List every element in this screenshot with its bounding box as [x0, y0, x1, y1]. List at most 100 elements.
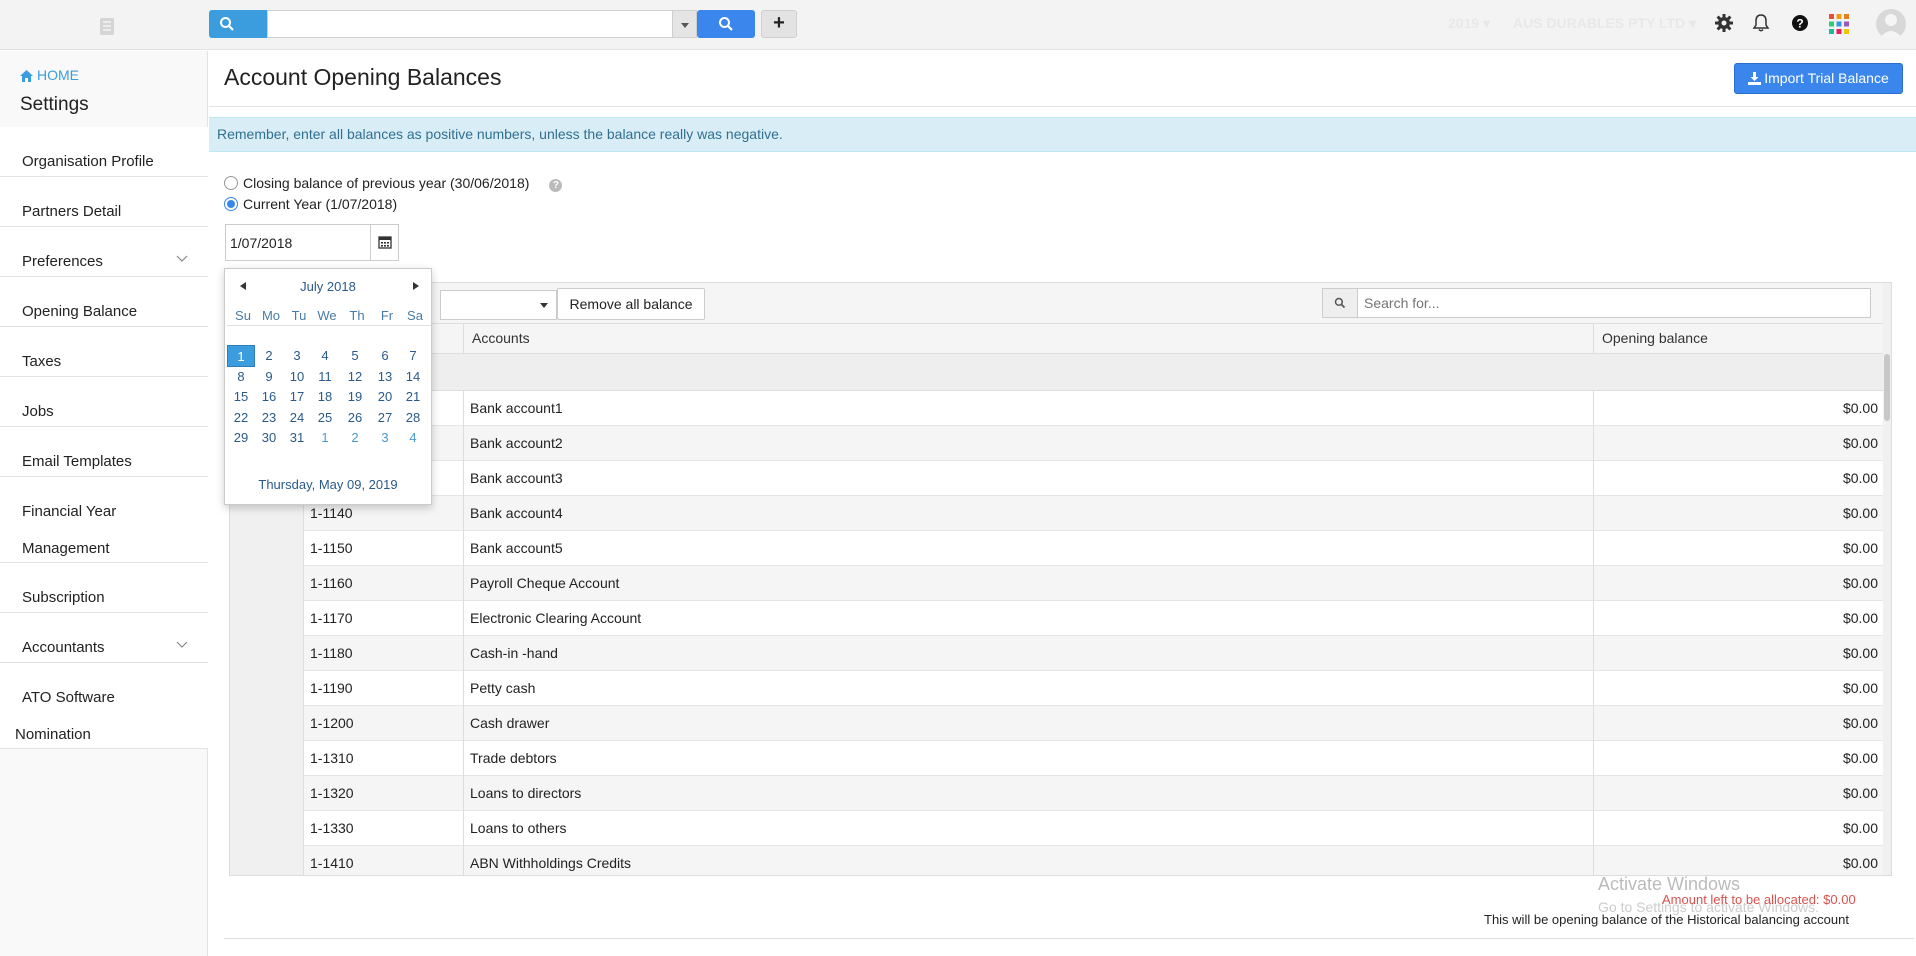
row-select-cell[interactable] [230, 776, 304, 811]
datepicker-day[interactable]: 12 [341, 366, 369, 388]
sidebar-item-partners-detail[interactable]: Partners Detail [0, 177, 208, 227]
calendar-button[interactable] [370, 224, 399, 261]
datepicker-day[interactable]: 3 [283, 345, 311, 367]
datepicker-day[interactable]: 2 [341, 427, 369, 449]
datepicker-day[interactable]: 5 [341, 345, 369, 367]
opening-balance-cell[interactable]: $0.00 [1594, 601, 1884, 636]
sidebar-item-preferences[interactable]: Preferences [0, 227, 208, 277]
sidebar-item-ato-software-nomination[interactable]: ATO Software Nomination [0, 663, 208, 749]
sidebar-item-financial-year-management[interactable]: Financial Year Management [0, 477, 208, 563]
table-row[interactable]: 1-1180 Cash-in -hand $0.00 [230, 636, 1891, 671]
opening-balance-cell[interactable]: $0.00 [1594, 531, 1884, 566]
datepicker-day[interactable]: 16 [255, 386, 283, 408]
company-selector[interactable]: AUS DURABLES PTY LTD ▾ [1513, 15, 1696, 32]
table-row[interactable]: Bank account2 $0.00 [230, 426, 1891, 461]
sidebar-item-accountants[interactable]: Accountants [0, 613, 208, 663]
question-icon[interactable]: ? [1790, 13, 1812, 35]
home-link[interactable]: HOME [20, 67, 79, 83]
datepicker-day[interactable]: 3 [371, 427, 399, 449]
datepicker-day[interactable]: 1 [311, 427, 339, 449]
global-search-input[interactable] [267, 10, 673, 38]
datepicker-day[interactable]: 30 [255, 427, 283, 449]
table-row[interactable]: 1-1170 Electronic Clearing Account $0.00 [230, 601, 1891, 636]
sidebar-item-jobs[interactable]: Jobs [0, 377, 208, 427]
datepicker-day[interactable]: 11 [311, 366, 339, 388]
opening-balance-cell[interactable]: $0.00 [1594, 741, 1884, 776]
datepicker-day[interactable]: 22 [227, 407, 255, 429]
datepicker-day[interactable]: 25 [311, 407, 339, 429]
sidebar-item-taxes[interactable]: Taxes [0, 327, 208, 377]
table-row[interactable]: 1-1330 Loans to others $0.00 [230, 811, 1891, 846]
table-row[interactable]: 1-1200 Cash drawer $0.00 [230, 706, 1891, 741]
table-row[interactable]: 1-1160 Payroll Cheque Account $0.00 [230, 566, 1891, 601]
datepicker-day[interactable]: 15 [227, 386, 255, 408]
table-row[interactable]: 1-1190 Petty cash $0.00 [230, 671, 1891, 706]
table-row[interactable]: Bank account1 $0.00 [230, 391, 1891, 426]
datepicker-day[interactable]: 21 [399, 386, 427, 408]
datepicker-day[interactable]: 8 [227, 366, 255, 388]
datepicker-day[interactable]: 13 [371, 366, 399, 388]
datepicker-month-label[interactable]: July 2018 [225, 279, 431, 294]
datepicker-day[interactable]: 18 [311, 386, 339, 408]
datepicker-day[interactable]: 4 [311, 345, 339, 367]
datepicker-day[interactable]: 4 [399, 427, 427, 449]
column-header-opening-balance[interactable]: Opening balance [1594, 324, 1884, 354]
global-search-button[interactable] [697, 10, 755, 38]
row-select-cell[interactable] [230, 846, 304, 875]
datepicker-day-selected[interactable]: 1 [227, 345, 255, 367]
datepicker-day[interactable]: 2 [255, 345, 283, 367]
datepicker-day[interactable]: 19 [341, 386, 369, 408]
avatar[interactable] [1876, 9, 1906, 39]
opening-balance-cell[interactable]: $0.00 [1594, 811, 1884, 846]
remove-all-balance-button[interactable]: Remove all balance [557, 288, 705, 320]
table-row[interactable]: Bank account3 $0.00 [230, 461, 1891, 496]
row-select-cell[interactable] [230, 601, 304, 636]
sidebar-item-subscription[interactable]: Subscription [0, 563, 208, 613]
datepicker-day[interactable]: 6 [371, 345, 399, 367]
opening-balance-cell[interactable]: $0.00 [1594, 566, 1884, 601]
table-row[interactable]: 1-1140 Bank account4 $0.00 [230, 496, 1891, 531]
datepicker-day[interactable]: 27 [371, 407, 399, 429]
table-row[interactable]: 1-1320 Loans to directors $0.00 [230, 776, 1891, 811]
datepicker-day[interactable]: 9 [255, 366, 283, 388]
gear-icon[interactable] [1714, 13, 1736, 35]
row-select-cell[interactable] [230, 706, 304, 741]
datepicker-day[interactable]: 29 [227, 427, 255, 449]
datepicker-day[interactable]: 31 [283, 427, 311, 449]
account-filter-select[interactable] [440, 290, 557, 320]
opening-balance-cell[interactable]: $0.00 [1594, 461, 1884, 496]
radio-previous-year[interactable]: Closing balance of previous year (30/06/… [224, 175, 563, 192]
radio-current-year[interactable]: Current Year (1/07/2018) [224, 196, 397, 212]
logo-icon[interactable] [96, 15, 118, 37]
datepicker-day[interactable]: 23 [255, 407, 283, 429]
datepicker-day[interactable]: 20 [371, 386, 399, 408]
datepicker-day[interactable]: 17 [283, 386, 311, 408]
datepicker-today-label[interactable]: Thursday, May 09, 2019 [225, 477, 431, 492]
import-trial-balance-button[interactable]: Import Trial Balance [1734, 63, 1903, 94]
opening-balance-cell[interactable]: $0.00 [1594, 706, 1884, 741]
sidebar-item-organisation-profile[interactable]: Organisation Profile [0, 127, 208, 177]
table-row[interactable]: 1-1410 ABN Withholdings Credits $0.00 [230, 846, 1891, 875]
datepicker-day[interactable]: 14 [399, 366, 427, 388]
search-scope-button[interactable] [209, 10, 267, 38]
bell-icon[interactable] [1751, 13, 1773, 35]
sidebar-item-email-templates[interactable]: Email Templates [0, 427, 208, 477]
add-new-button[interactable]: + [761, 10, 797, 38]
datepicker-day[interactable]: 10 [283, 366, 311, 388]
grid-search-input[interactable] [1357, 288, 1871, 318]
table-row[interactable]: 1-1310 Trade debtors $0.00 [230, 741, 1891, 776]
year-selector[interactable]: 2019 ▾ [1448, 15, 1490, 32]
sidebar-item-opening-balance[interactable]: Opening Balance [0, 277, 208, 327]
help-icon[interactable]: ? [549, 179, 563, 192]
radio-button[interactable] [224, 176, 238, 190]
row-select-cell[interactable] [230, 741, 304, 776]
opening-balance-cell[interactable]: $0.00 [1594, 776, 1884, 811]
radio-button-selected[interactable] [224, 197, 238, 211]
datepicker-day[interactable]: 26 [341, 407, 369, 429]
table-row[interactable]: 1-1150 Bank account5 $0.00 [230, 531, 1891, 566]
opening-balance-cell[interactable]: $0.00 [1594, 636, 1884, 671]
row-select-cell[interactable] [230, 531, 304, 566]
datepicker-day[interactable]: 24 [283, 407, 311, 429]
opening-balance-cell[interactable]: $0.00 [1594, 846, 1884, 875]
opening-balance-cell[interactable]: $0.00 [1594, 426, 1884, 461]
